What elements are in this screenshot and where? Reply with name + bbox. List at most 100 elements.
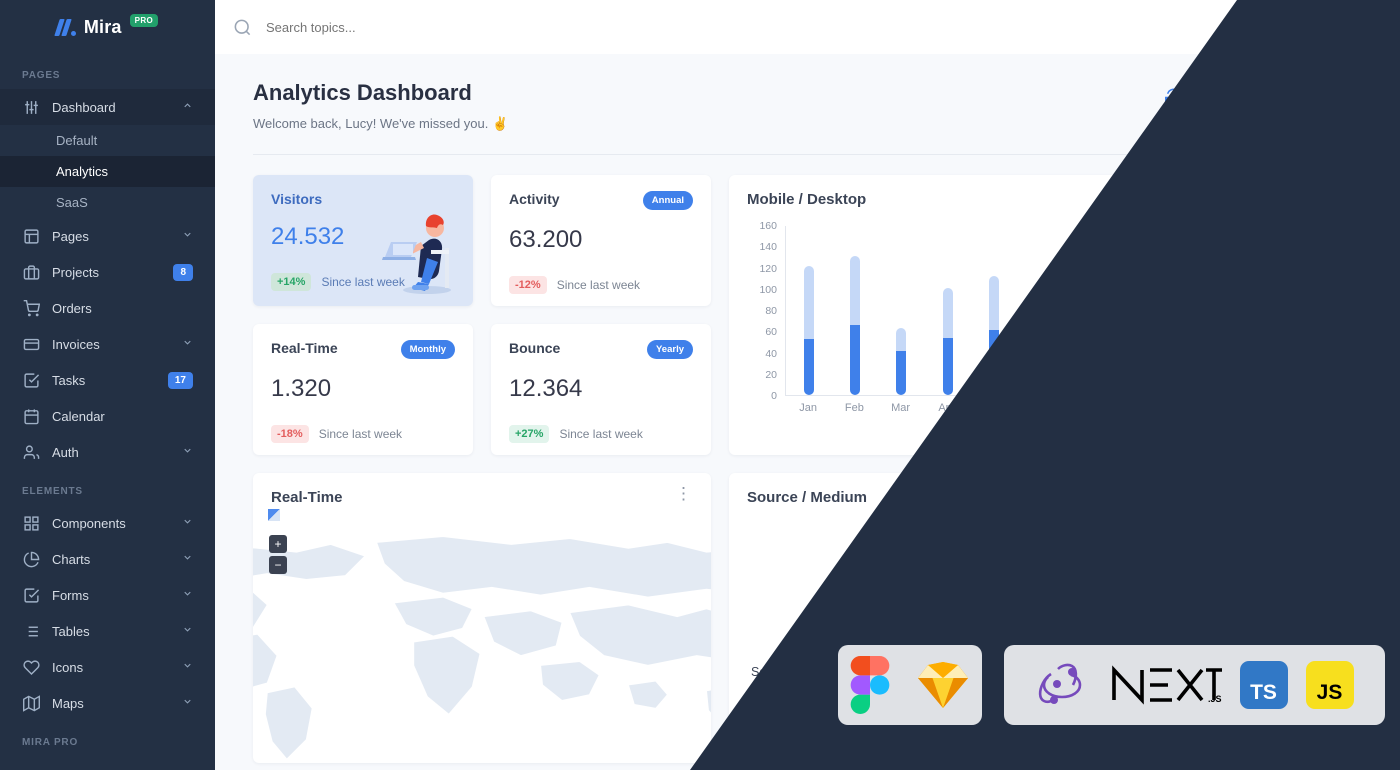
x-axis-tick: Apr [938,402,956,414]
page-header: Analytics Dashboard Welcome back, Lucy! … [215,54,1400,132]
sidebar-item-charts[interactable]: Charts [0,541,215,577]
bar-column[interactable] [1265,226,1276,395]
bar-chart-y-axis: 0 20 40 60 80 100 120 140 160 [747,220,781,402]
y-axis-tick: 0 [771,390,777,402]
brand-logo[interactable]: Mira PRO [0,0,215,54]
sidebar: Mira PRO PAGES Dashboard Default Analyti… [0,0,215,770]
map-card-title: Real-Time [271,489,343,506]
filter-icon[interactable] [1203,87,1221,105]
bar-column[interactable] [804,226,815,395]
bar-segment-desktop [1081,291,1092,338]
sidebar-item-label: Pages [52,228,89,244]
x-axis-tick: Oct [1215,402,1233,414]
stat-title: Real-Time [271,340,338,356]
world-map[interactable] [253,519,711,763]
refresh-icon[interactable] [1165,87,1184,105]
stat-card-activity[interactable]: Activity Annual 63.200 -12% Since last w… [491,175,711,306]
bar-column[interactable] [850,226,861,395]
message-count-badge: 3 [1247,9,1263,26]
bar-column[interactable] [1081,226,1092,395]
design-tools-badge [838,645,982,725]
sidebar-item-label: Icons [52,659,84,675]
bell-icon[interactable]: 7 [1276,9,1306,38]
more-vertical-icon[interactable]: ⋮ [675,485,693,502]
sidebar-item-invoices[interactable]: Invoices [0,326,215,362]
flag-us-icon[interactable] [1319,17,1339,37]
sidebar-section-mira-pro: MIRA PRO [22,737,79,748]
bar-column[interactable] [896,226,907,395]
sidebar-item-components[interactable]: Components [0,505,215,541]
bar-segment-desktop [1265,334,1276,366]
more-vertical-icon[interactable]: ⋮ [1326,485,1344,502]
more-vertical-icon[interactable]: ⋮ [1326,187,1344,204]
bar-segment-desktop [1311,270,1322,329]
bar-column[interactable] [988,226,999,395]
bar-segment-mobile [1127,333,1138,395]
sidebar-item-tables[interactable]: Tables [0,613,215,649]
typescript-logo: TS [1239,661,1288,709]
stat-title: Activity [509,191,560,207]
search-area [233,18,1221,37]
chevron-down-icon [182,516,193,530]
calendar-icon [22,407,40,425]
stat-value: 12.364 [509,375,583,402]
stat-card-realtime[interactable]: Real-Time Monthly 1.320 -18% Since last … [253,324,473,455]
sidebar-item-pages[interactable]: Pages [0,218,215,254]
users-icon [22,443,40,461]
bar-segment-mobile [896,351,907,395]
sidebar-item-dashboard[interactable]: Dashboard [0,89,215,125]
sidebar-subitem-saas[interactable]: SaaS [0,187,215,218]
bar-segment-desktop [942,287,953,338]
search-icon[interactable] [233,18,252,37]
sidebar-item-calendar[interactable]: Calendar [0,398,215,434]
topbar-icons: 3 7 [1233,9,1382,38]
bar-segment-desktop [804,266,815,339]
sidebar-item-maps[interactable]: Maps [0,685,215,721]
sidebar-item-icons[interactable]: Icons [0,649,215,685]
sidebar-subitem-analytics[interactable]: Analytics [0,156,215,187]
y-axis-tick: 80 [765,305,777,317]
figma-logo [850,656,890,714]
list-icon [22,622,40,640]
power-icon[interactable] [1361,17,1382,38]
search-input[interactable] [266,19,566,35]
sidebar-item-orders[interactable]: Orders [0,290,215,326]
chevron-down-icon [182,229,193,243]
bar-column[interactable] [1173,226,1184,395]
stat-card-visitors[interactable]: Visitors 24.532 +14% Since last week [253,175,473,306]
bar-segment-desktop [988,276,999,331]
bar-segment-mobile [1311,328,1322,395]
stat-card-bounce[interactable]: Bounce Yearly 12.364 +27% Since last wee… [491,324,711,455]
bar-column[interactable] [942,226,953,395]
sidebar-item-tasks[interactable]: Tasks 17 [0,362,215,398]
app-root: Mira PRO PAGES Dashboard Default Analyti… [0,0,1400,770]
sidebar-item-label: Components [52,515,126,531]
map-zoom-out-button[interactable]: − [269,556,287,574]
sidebar-item-label: Calendar [52,408,105,424]
map-icon [22,694,40,712]
map-zoom-in-button[interactable]: + [269,535,287,553]
stat-title: Visitors [271,191,323,207]
sidebar-item-label: Tasks [52,372,86,388]
bar-column[interactable] [1034,226,1045,395]
x-axis-tick: Aug [1122,402,1142,414]
sidebar-subitem-default[interactable]: Default [0,125,215,156]
sidebar-item-projects[interactable]: Projects 8 [0,254,215,290]
sidebar-item-label: Invoices [52,336,100,352]
bar-column[interactable] [1127,226,1138,395]
bar-segment-mobile [804,338,815,395]
bar-column[interactable] [1219,226,1230,395]
x-axis-tick: Jan [799,402,817,414]
sidebar-item-auth[interactable]: Auth [0,434,215,470]
donut-center-value: +23% [1023,564,1068,584]
bar-segment-desktop [1034,295,1045,349]
bar-column[interactable] [1311,226,1322,395]
sidebar-item-forms[interactable]: Forms [0,577,215,613]
message-icon[interactable]: 3 [1233,9,1263,38]
sidebar-item-label: Tables [52,623,90,639]
today-date-button[interactable]: Today: April 29 [1241,80,1362,112]
bar-chart-plot [785,226,1340,396]
x-axis-tick: Feb [844,402,864,414]
world-map-svg [253,536,711,760]
sidebar-item-label: Maps [52,695,84,711]
